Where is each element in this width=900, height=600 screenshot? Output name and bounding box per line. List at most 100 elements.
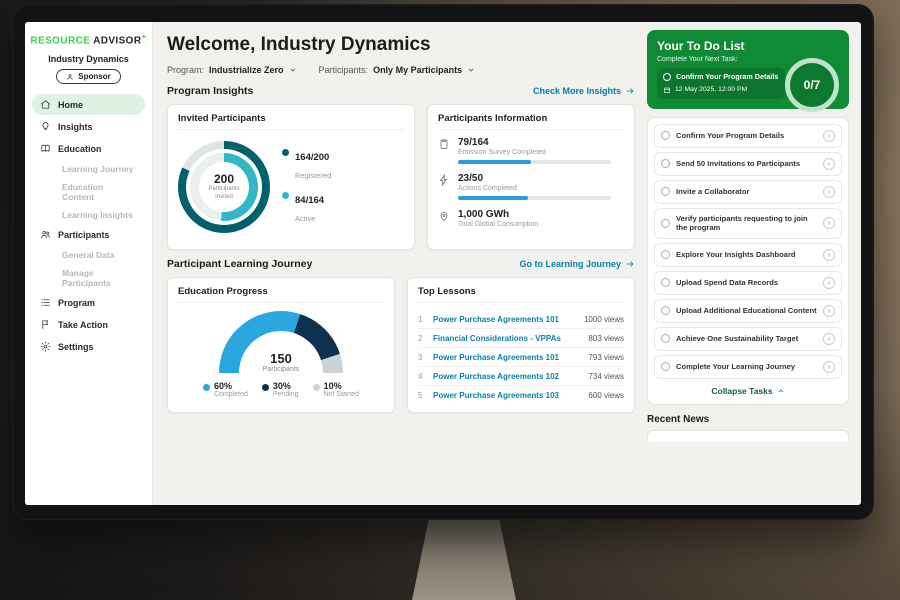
flag-icon (40, 319, 51, 330)
next-task-box[interactable]: Confirm Your Program Details 12 May 2025… (657, 68, 785, 99)
task-open-button[interactable] (823, 249, 835, 261)
task-open-button[interactable] (823, 361, 835, 373)
pin-icon (438, 210, 450, 222)
sidebar-item-education-content[interactable]: Education Content (32, 178, 145, 206)
sponsor-badge[interactable]: Sponsor (56, 69, 120, 84)
task-row-achieve-target[interactable]: Achieve One Sustainability Target (654, 327, 842, 351)
logo-primary: RESOURCE (30, 35, 90, 46)
sidebar-item-learning-journey[interactable]: Learning Journey (32, 160, 145, 178)
checkbox-icon[interactable] (663, 73, 671, 81)
clipboard-icon (438, 138, 450, 150)
legend-label: Not Started (324, 391, 359, 398)
home-icon (40, 99, 51, 110)
lesson-row[interactable]: 3 Power Purchase Agreements 101 793 view… (418, 348, 624, 367)
task-row-confirm-program[interactable]: Confirm Your Program Details (654, 124, 842, 148)
next-task-label: Confirm Your Program Details (676, 73, 778, 82)
checkbox-icon[interactable] (661, 159, 670, 168)
sidebar-item-take-action[interactable]: Take Action (32, 314, 145, 335)
task-open-button[interactable] (823, 186, 835, 198)
legend-item-active: 84/164 Active (282, 190, 331, 226)
task-label: Upload Additional Educational Content (676, 306, 817, 315)
sidebar-item-learning-insights[interactable]: Learning Insights (32, 206, 145, 224)
lesson-views: 600 views (588, 391, 624, 400)
logo-plus: + (141, 32, 146, 41)
legend-item-completed: 60% Completed (203, 381, 248, 398)
checkbox-icon[interactable] (661, 187, 670, 196)
sidebar-item-label: Program (58, 298, 95, 308)
task-open-button[interactable] (823, 158, 835, 170)
task-row-upload-educational-content[interactable]: Upload Additional Educational Content (654, 299, 842, 323)
task-row-complete-learning-journey[interactable]: Complete Your Learning Journey (654, 355, 842, 379)
sidebar-item-label: Take Action (58, 320, 108, 330)
task-row-explore-insights[interactable]: Explore Your Insights Dashboard (654, 243, 842, 267)
task-open-button[interactable] (823, 333, 835, 345)
task-label: Send 50 Invitations to Participants (676, 159, 817, 168)
chevron-right-icon (826, 133, 832, 139)
chevron-right-icon (826, 220, 832, 226)
checkbox-icon[interactable] (661, 334, 670, 343)
sidebar-item-settings[interactable]: Settings (32, 336, 145, 357)
lesson-rank: 2 (418, 334, 426, 343)
chevron-right-icon (826, 364, 832, 370)
program-label: Program: (167, 65, 204, 75)
arrow-right-icon (625, 86, 635, 96)
lesson-title: Power Purchase Agreements 101 (433, 353, 581, 362)
task-open-button[interactable] (823, 277, 835, 289)
invited-participants-donut-chart: 200 Participants Invited (178, 141, 270, 233)
app-window: RESOURCE ADVISOR+ Industry Dynamics Spon… (25, 22, 861, 505)
checkbox-icon[interactable] (661, 362, 670, 371)
page-title: Welcome, Industry Dynamics (167, 34, 635, 56)
card-title: Invited Participants (178, 113, 404, 130)
filter-bar: Program: Industrialize Zero Participants… (167, 65, 635, 75)
task-row-send-invitations[interactable]: Send 50 Invitations to Participants (654, 152, 842, 176)
calendar-icon (663, 86, 671, 94)
participants-dropdown[interactable]: Participants: Only My Participants (319, 65, 476, 75)
legend-dot-active (282, 192, 289, 199)
task-row-upload-spend-data[interactable]: Upload Spend Data Records (654, 271, 842, 295)
sidebar-item-participants[interactable]: Participants (32, 224, 145, 245)
chevron-right-icon (826, 308, 832, 314)
lesson-title: Power Purchase Agreements 101 (433, 315, 577, 324)
legend-item-not-started: 10% Not Started (313, 381, 359, 398)
go-to-learning-journey-link[interactable]: Go to Learning Journey (519, 259, 635, 269)
sidebar-nav: Home Insights Education Learning Journey… (25, 94, 152, 357)
bolt-icon (438, 174, 450, 186)
sidebar-item-education[interactable]: Education (32, 138, 145, 159)
bulb-icon (40, 121, 51, 132)
legend-label: Completed (214, 391, 248, 398)
checkbox-icon[interactable] (661, 306, 670, 315)
lesson-row[interactable]: 5 Power Purchase Agreements 103 600 view… (418, 386, 624, 404)
sidebar-item-label: Participants (58, 230, 110, 240)
lesson-views: 1000 views (584, 315, 624, 324)
lesson-row[interactable]: 4 Power Purchase Agreements 102 734 view… (418, 367, 624, 386)
sidebar-item-home[interactable]: Home (32, 94, 145, 115)
sidebar-item-insights[interactable]: Insights (32, 116, 145, 137)
checkbox-icon[interactable] (661, 278, 670, 287)
collapse-tasks-link[interactable]: Collapse Tasks (654, 383, 842, 398)
donut-center-label: Participants Invited (199, 186, 249, 200)
participants-value: Only My Participants (373, 65, 462, 75)
education-progress-card: Education Progress 150 Participants (167, 277, 395, 413)
info-row-actions: 23/50 Actions Completed (438, 173, 624, 200)
task-open-button[interactable] (823, 217, 835, 229)
sidebar-item-general-data[interactable]: General Data (32, 246, 145, 264)
checkbox-icon[interactable] (661, 250, 670, 259)
checkbox-icon[interactable] (661, 219, 670, 228)
lesson-views: 793 views (588, 353, 624, 362)
sidebar-item-program[interactable]: Program (32, 292, 145, 313)
task-open-button[interactable] (823, 130, 835, 142)
lesson-row[interactable]: 1 Power Purchase Agreements 101 1000 vie… (418, 310, 624, 329)
program-dropdown[interactable]: Program: Industrialize Zero (167, 65, 297, 75)
lesson-row[interactable]: 2 Financial Considerations - VPPAs 803 v… (418, 329, 624, 348)
sidebar-item-manage-participants[interactable]: Manage Participants (32, 264, 145, 292)
chevron-right-icon (826, 252, 832, 258)
task-open-button[interactable] (823, 305, 835, 317)
book-icon (40, 143, 51, 154)
check-more-insights-link[interactable]: Check More Insights (533, 86, 635, 96)
legend-label: Active (295, 214, 315, 223)
task-row-invite-collaborator[interactable]: Invite a Collaborator (654, 180, 842, 204)
desk-photo-background: RESOURCE ADVISOR+ Industry Dynamics Spon… (0, 0, 900, 600)
task-row-verify-participants[interactable]: Verify participants requesting to join t… (654, 208, 842, 239)
checkbox-icon[interactable] (661, 131, 670, 140)
collapse-label: Collapse Tasks (711, 386, 772, 396)
